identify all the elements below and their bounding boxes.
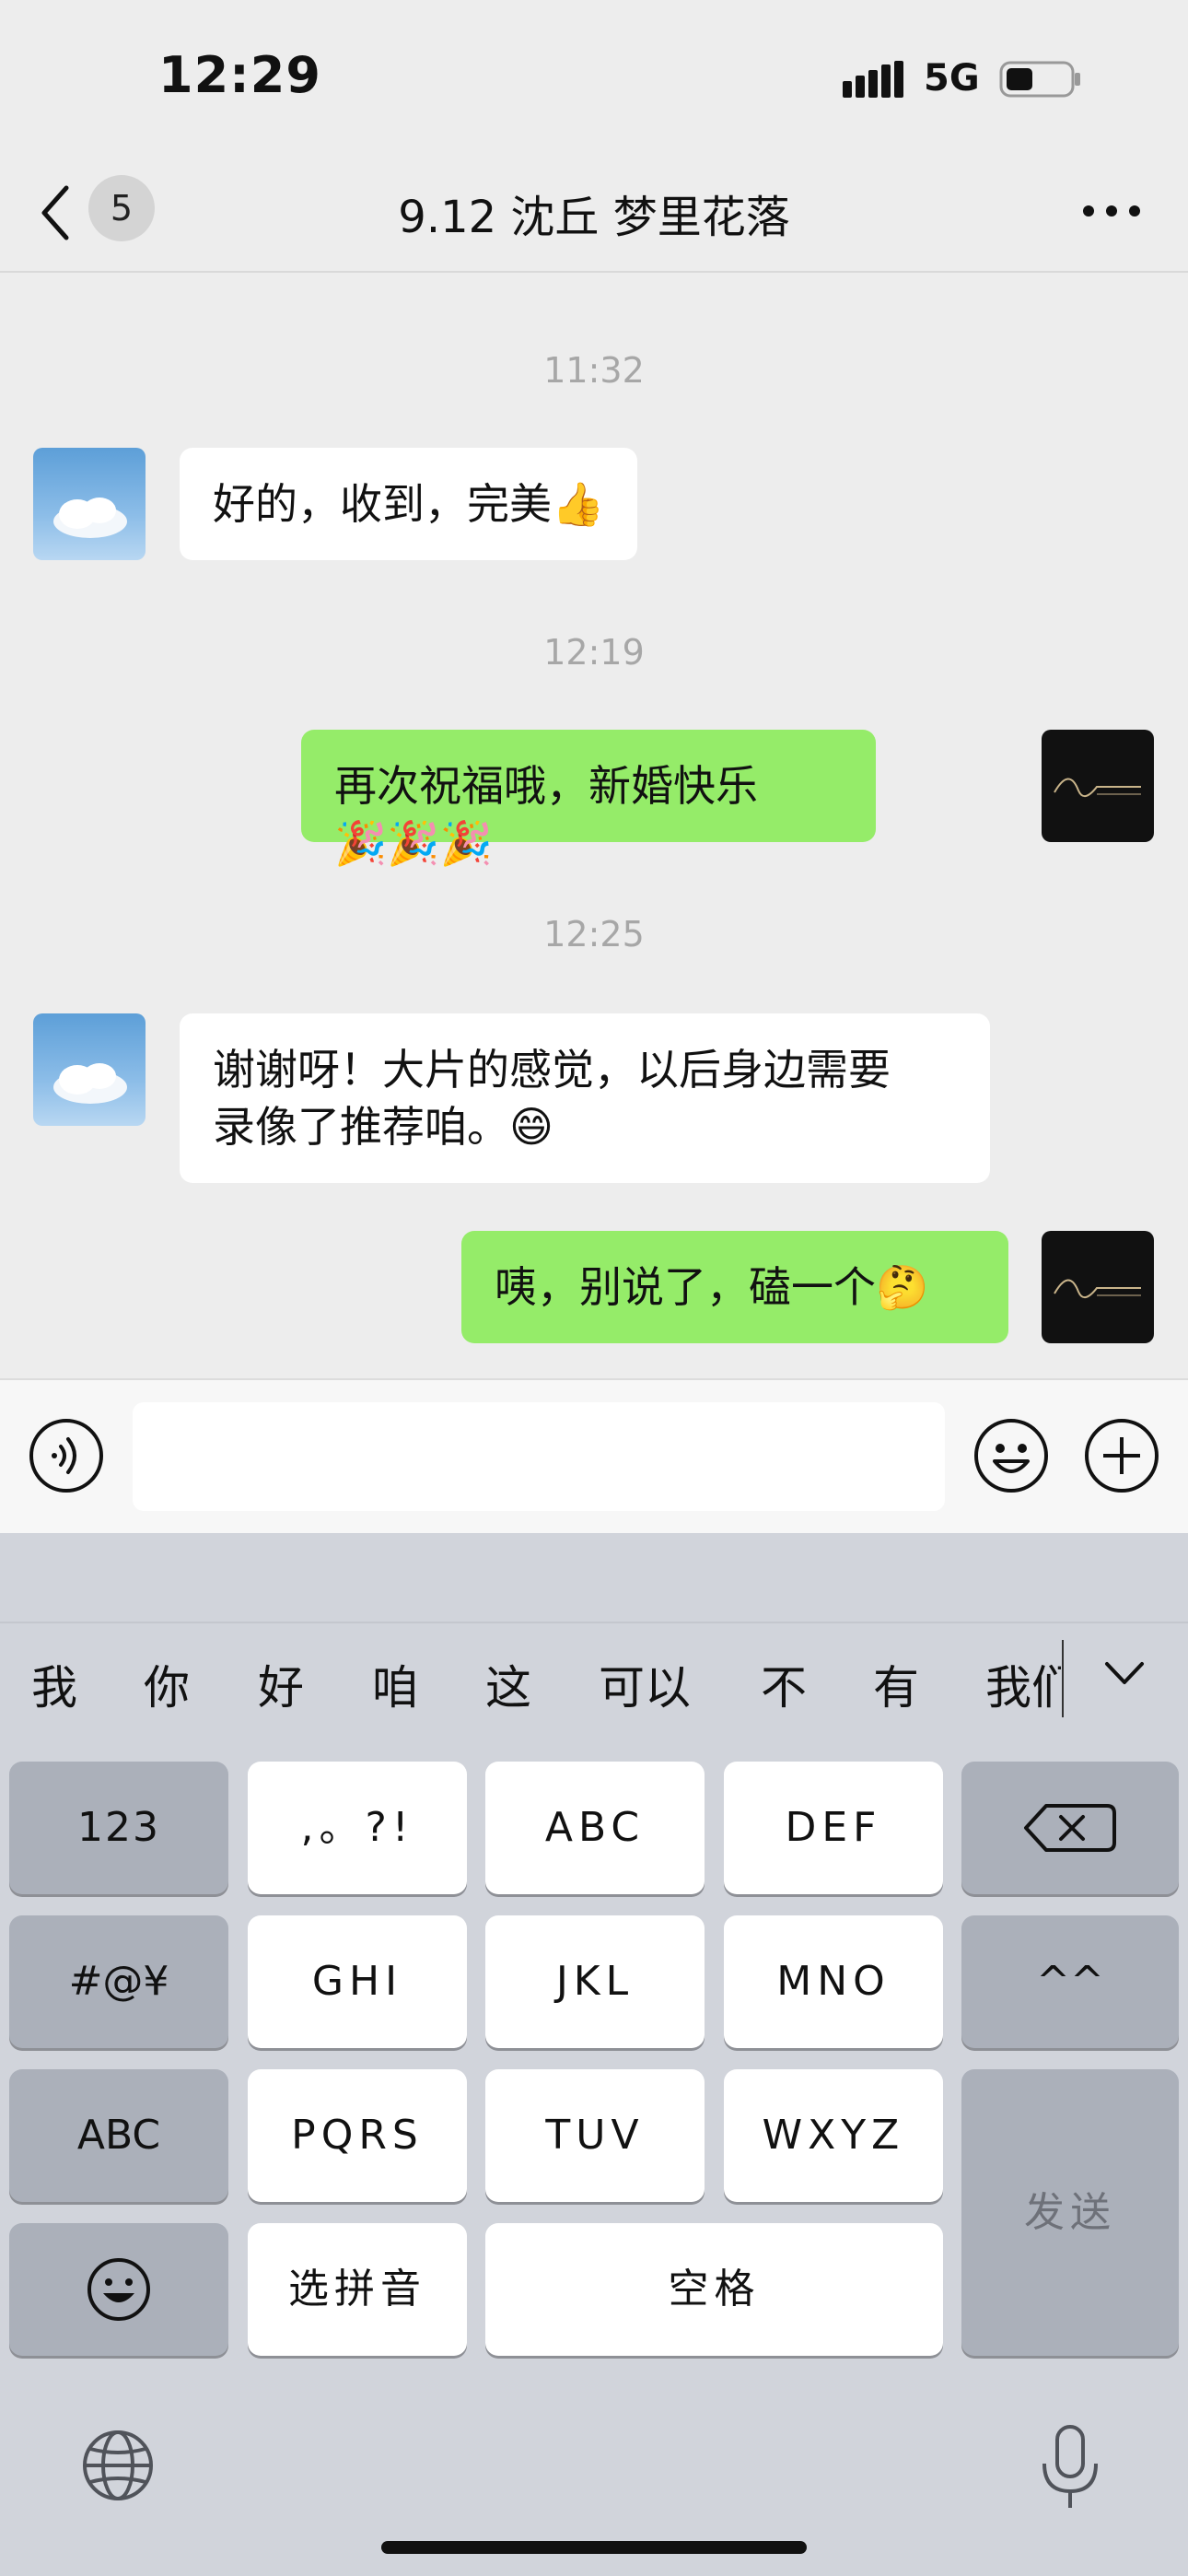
message-text-line: 录像了推荐咱。 bbox=[213, 1102, 509, 1152]
message-bubble-incoming[interactable]: 谢谢呀！大片的感觉，以后身边需要 录像了推荐咱。😄 bbox=[180, 1013, 990, 1183]
message-input[interactable] bbox=[133, 1402, 945, 1511]
more-dots-icon[interactable] bbox=[1079, 197, 1144, 225]
grinning-emoji: 😄 bbox=[509, 1102, 553, 1152]
contact-avatar[interactable] bbox=[33, 1013, 146, 1126]
key-pqrs[interactable]: PQRS bbox=[248, 2069, 467, 2202]
key-abc[interactable]: ABC bbox=[485, 1762, 705, 1894]
keyboard: 我 你 好 咱 这 可以 不 有 我们 123 ,。?! ABC DEF #@¥… bbox=[0, 1533, 1188, 2576]
chevron-down-icon[interactable] bbox=[1101, 1655, 1147, 1692]
key-english[interactable]: ABC bbox=[9, 2069, 228, 2202]
key-punct[interactable]: ,。?! bbox=[248, 1762, 467, 1894]
message-text: 再次祝福哦，新婚快乐 bbox=[334, 761, 758, 811]
candidate-word[interactable]: 有 bbox=[873, 1651, 919, 1717]
chat-header: 5 9.12 沈丘 梦里花落 bbox=[0, 157, 1188, 273]
cloud-image bbox=[53, 1063, 127, 1104]
candidate-word[interactable]: 我 bbox=[31, 1651, 77, 1717]
message-input-bar bbox=[0, 1378, 1188, 1535]
message-bubble-outgoing[interactable]: 再次祝福哦，新婚快乐 🎉🎉🎉 bbox=[301, 730, 876, 868]
key-def[interactable]: DEF bbox=[724, 1762, 943, 1894]
studio-logo-image bbox=[1054, 1279, 1141, 1298]
contact-avatar[interactable] bbox=[33, 448, 146, 560]
status-time: 12:29 bbox=[158, 46, 321, 104]
status-bar: 12:29 5G bbox=[0, 0, 1188, 157]
signal-icon bbox=[843, 61, 903, 98]
self-avatar[interactable] bbox=[1042, 730, 1154, 842]
key-symbols[interactable]: #@¥ bbox=[9, 1915, 228, 2048]
party-popper-emoji: 🎉🎉🎉 bbox=[334, 818, 493, 868]
candidate-bar: 我 你 好 咱 这 可以 不 有 我们 bbox=[0, 1622, 1188, 1725]
globe-icon[interactable] bbox=[81, 2429, 155, 2502]
key-select-pinyin[interactable]: 选拼音 bbox=[248, 2223, 467, 2356]
battery-icon bbox=[999, 61, 1080, 98]
key-mno[interactable]: MNO bbox=[724, 1915, 943, 2048]
microphone-icon[interactable] bbox=[1035, 2423, 1105, 2512]
key-kaomoji[interactable]: ^^ bbox=[961, 1915, 1179, 2048]
smile-icon[interactable] bbox=[973, 1417, 1050, 1494]
send-key[interactable]: 发送 bbox=[961, 2069, 1179, 2356]
message-text-line: 谢谢呀！大片的感觉，以后身边需要 bbox=[213, 1045, 891, 1095]
key-ghi[interactable]: GHI bbox=[248, 1915, 467, 2048]
network-label: 5G bbox=[924, 57, 980, 100]
self-avatar[interactable] bbox=[1042, 1231, 1154, 1343]
chat-title: 9.12 沈丘 梦里花落 bbox=[398, 192, 790, 243]
message-text: 好的，收到，完美 bbox=[213, 479, 552, 529]
key-123[interactable]: 123 bbox=[9, 1762, 228, 1894]
cloud-image bbox=[53, 498, 127, 538]
emoji-key-icon bbox=[87, 2258, 150, 2321]
message-bubble-outgoing[interactable]: 咦，别说了，磕一个🤔 bbox=[461, 1231, 1008, 1343]
candidate-word[interactable]: 咱 bbox=[372, 1651, 418, 1717]
thinking-emoji: 🤔 bbox=[876, 1262, 929, 1312]
candidate-word[interactable]: 这 bbox=[485, 1651, 531, 1717]
message-text: 咦，别说了，磕一个 bbox=[495, 1262, 876, 1312]
plus-icon[interactable] bbox=[1083, 1417, 1160, 1494]
candidate-word[interactable]: 我们 bbox=[985, 1651, 1061, 1717]
message-bubble-incoming[interactable]: 好的，收到，完美👍 bbox=[180, 448, 638, 560]
key-jkl[interactable]: JKL bbox=[485, 1915, 705, 2048]
home-indicator[interactable] bbox=[381, 2541, 807, 2554]
emoji-key[interactable] bbox=[9, 2223, 228, 2356]
message-list[interactable]: 11:32 好的，收到，完美👍 12:19 再次祝福哦，新婚快乐 🎉🎉🎉 12:2… bbox=[0, 273, 1188, 1378]
candidate-word[interactable]: 好 bbox=[258, 1651, 304, 1717]
backspace-icon bbox=[1024, 1804, 1116, 1852]
studio-logo-image bbox=[1054, 778, 1141, 797]
key-tuv[interactable]: TUV bbox=[485, 2069, 705, 2202]
timestamp: 11:32 bbox=[543, 350, 645, 391]
candidate-word[interactable]: 可以 bbox=[599, 1651, 691, 1717]
candidate-word[interactable]: 你 bbox=[144, 1651, 190, 1717]
timestamp: 12:19 bbox=[543, 632, 645, 673]
voice-icon[interactable] bbox=[28, 1417, 105, 1494]
thumbs-up-emoji: 👍 bbox=[552, 479, 605, 529]
space-key[interactable]: 空格 bbox=[485, 2223, 943, 2356]
key-wxyz[interactable]: WXYZ bbox=[724, 2069, 943, 2202]
backspace-key[interactable] bbox=[961, 1762, 1179, 1894]
timestamp: 12:25 bbox=[543, 914, 645, 954]
candidate-word[interactable]: 不 bbox=[761, 1651, 807, 1717]
candidate-divider bbox=[1062, 1640, 1064, 1717]
